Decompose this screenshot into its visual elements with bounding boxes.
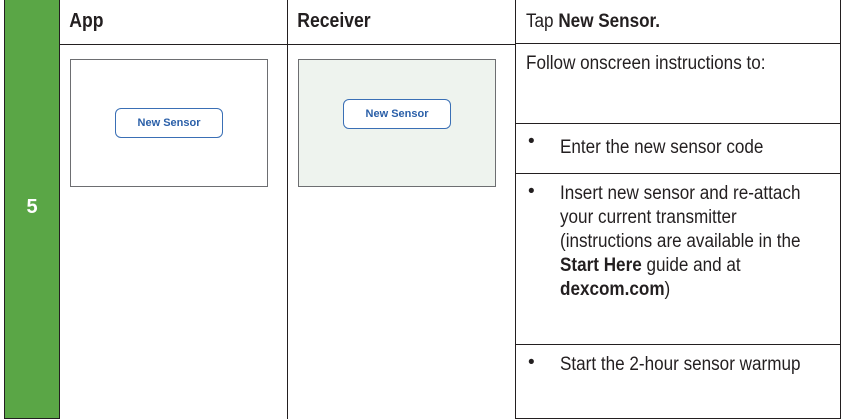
bullet-item-start-warmup: • Start the 2-hour sensor warmup — [516, 345, 840, 417]
app-new-sensor-button[interactable]: New Sensor — [115, 107, 223, 138]
receiver-column-header: Receiver — [287, 0, 489, 45]
bullet-text: Start the 2-hour sensor warmup — [560, 354, 801, 375]
start-here-guide-ref: Start Here — [560, 255, 642, 276]
bullet-icon: • — [528, 181, 535, 202]
bullet-icon: • — [528, 131, 535, 152]
tap-prefix: Tap — [526, 11, 559, 32]
dexcom-link-text: dexcom.com — [560, 279, 665, 300]
instructions-cell: Tap New Sensor. Follow onscreen instruct… — [515, 0, 841, 419]
tap-target: New Sensor. — [558, 11, 661, 32]
bullet-icon: • — [528, 352, 535, 373]
instruction-page: 5 App Receiver Tap New Sensor. Follow on… — [0, 0, 843, 419]
tap-instruction: Tap New Sensor. — [516, 0, 840, 44]
bullet-text: Enter the new sensor code — [560, 137, 764, 158]
receiver-new-sensor-button[interactable]: New Sensor — [343, 98, 451, 129]
receiver-screenshot-cell: New Sensor — [287, 43, 516, 419]
app-column-header: App — [59, 0, 261, 45]
bullet-text-part: guide and at — [641, 255, 741, 276]
follow-text: Follow onscreen instructions to: — [526, 53, 766, 74]
bullet-text-part: ) — [664, 279, 671, 300]
app-screenshot-cell: New Sensor — [59, 43, 288, 419]
receiver-screen: New Sensor — [298, 58, 496, 187]
bullet-item-enter-code: • Enter the new sensor code — [516, 124, 840, 174]
step-number: 5 — [26, 196, 38, 218]
bullet-text: Insert new sensor and re-attach your cur… — [560, 182, 830, 302]
follow-instruction: Follow onscreen instructions to: — [516, 44, 840, 124]
step-table: 5 App Receiver Tap New Sensor. Follow on… — [4, 0, 841, 419]
bullet-item-insert-sensor: • Insert new sensor and re-attach your c… — [516, 174, 840, 345]
app-screen: New Sensor — [70, 58, 268, 187]
bullet-text-part: Insert new sensor and re-attach your cur… — [560, 183, 801, 252]
step-number-cell: 5 — [4, 0, 60, 419]
